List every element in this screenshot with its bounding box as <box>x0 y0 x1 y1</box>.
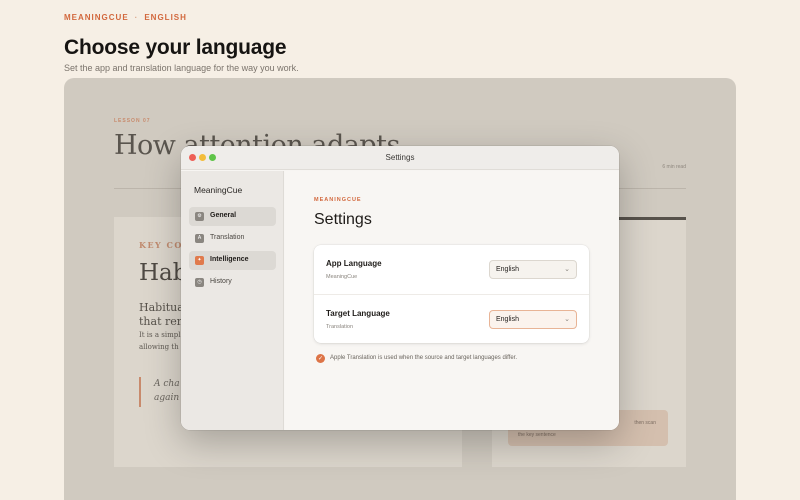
row-sublabel: Translation <box>326 324 354 330</box>
settings-window: Settings MeaningCue ⚙ General A Translat… <box>181 146 619 430</box>
gear-icon: ⚙ <box>195 212 204 221</box>
page-eyebrow: MEANINGCUE · ENGLISH <box>64 13 187 22</box>
row-label: Target Language <box>326 309 390 318</box>
chevron-down-icon: ⌄ <box>564 316 570 323</box>
page-title: Choose your language <box>64 36 287 59</box>
settings-content: MEANINGCUE Settings App Language Meaning… <box>285 171 619 430</box>
translation-note: Apple Translation is used when the sourc… <box>330 355 518 361</box>
row-label: App Language <box>326 259 382 268</box>
translate-icon: A <box>195 234 204 243</box>
check-icon: ✓ <box>316 354 325 363</box>
select-value: English <box>496 316 519 323</box>
select-value: English <box>496 266 519 273</box>
brand-label: MEANINGCUE <box>64 13 129 22</box>
sidebar-item-label: Translation <box>210 234 245 241</box>
article-eyebrow: LESSON 07 <box>114 118 151 124</box>
app-language-row: App Language MeaningCue English ⌄ <box>314 245 589 294</box>
quote-bar <box>139 377 141 407</box>
sparkle-icon: ✦ <box>195 256 204 265</box>
side-callout-right: then scan <box>634 420 656 426</box>
card-quote: A cha <box>154 379 180 389</box>
sidebar-item-history[interactable]: ◷ History <box>189 273 276 292</box>
page-subtitle: Set the app and translation language for… <box>64 63 299 73</box>
target-language-row: Target Language Translation English ⌄ <box>314 294 589 343</box>
settings-sidebar: MeaningCue ⚙ General A Translation ✦ Int… <box>181 171 284 430</box>
sidebar-item-label: General <box>210 212 237 219</box>
window-titlebar[interactable]: Settings <box>181 146 619 170</box>
card-quote: again <box>154 393 180 403</box>
sidebar-item-general[interactable]: ⚙ General <box>189 207 276 226</box>
card-line: allowing th <box>139 343 179 351</box>
card-line: It is a simpl <box>139 331 181 339</box>
target-language-select[interactable]: English ⌄ <box>489 310 577 329</box>
sidebar-item-intelligence[interactable]: ✦ Intelligence <box>189 251 276 270</box>
sidebar-nav: ⚙ General A Translation ✦ Intelligence ◷… <box>189 207 276 295</box>
chevron-down-icon: ⌄ <box>564 266 570 273</box>
content-title: Settings <box>314 211 372 228</box>
sidebar-item-translation[interactable]: A Translation <box>189 229 276 248</box>
content-eyebrow: MEANINGCUE <box>314 197 362 203</box>
row-sublabel: MeaningCue <box>326 274 358 280</box>
article-read-time: 6 min read <box>662 164 686 170</box>
clock-icon: ◷ <box>195 278 204 287</box>
separator-dot: · <box>134 13 139 22</box>
sidebar-item-label: Intelligence <box>210 256 249 263</box>
sidebar-app-name: MeaningCue <box>194 185 243 195</box>
window-title: Settings <box>385 153 415 162</box>
app-language-select[interactable]: English ⌄ <box>489 260 577 279</box>
card-eyebrow: KEY CO <box>139 240 183 250</box>
side-callout-text: the key sentence <box>518 432 556 438</box>
section-label: ENGLISH <box>144 13 187 22</box>
card-line: that rem <box>139 315 188 328</box>
language-settings-group: App Language MeaningCue English ⌄ Target… <box>314 245 589 343</box>
sidebar-item-label: History <box>210 278 232 285</box>
